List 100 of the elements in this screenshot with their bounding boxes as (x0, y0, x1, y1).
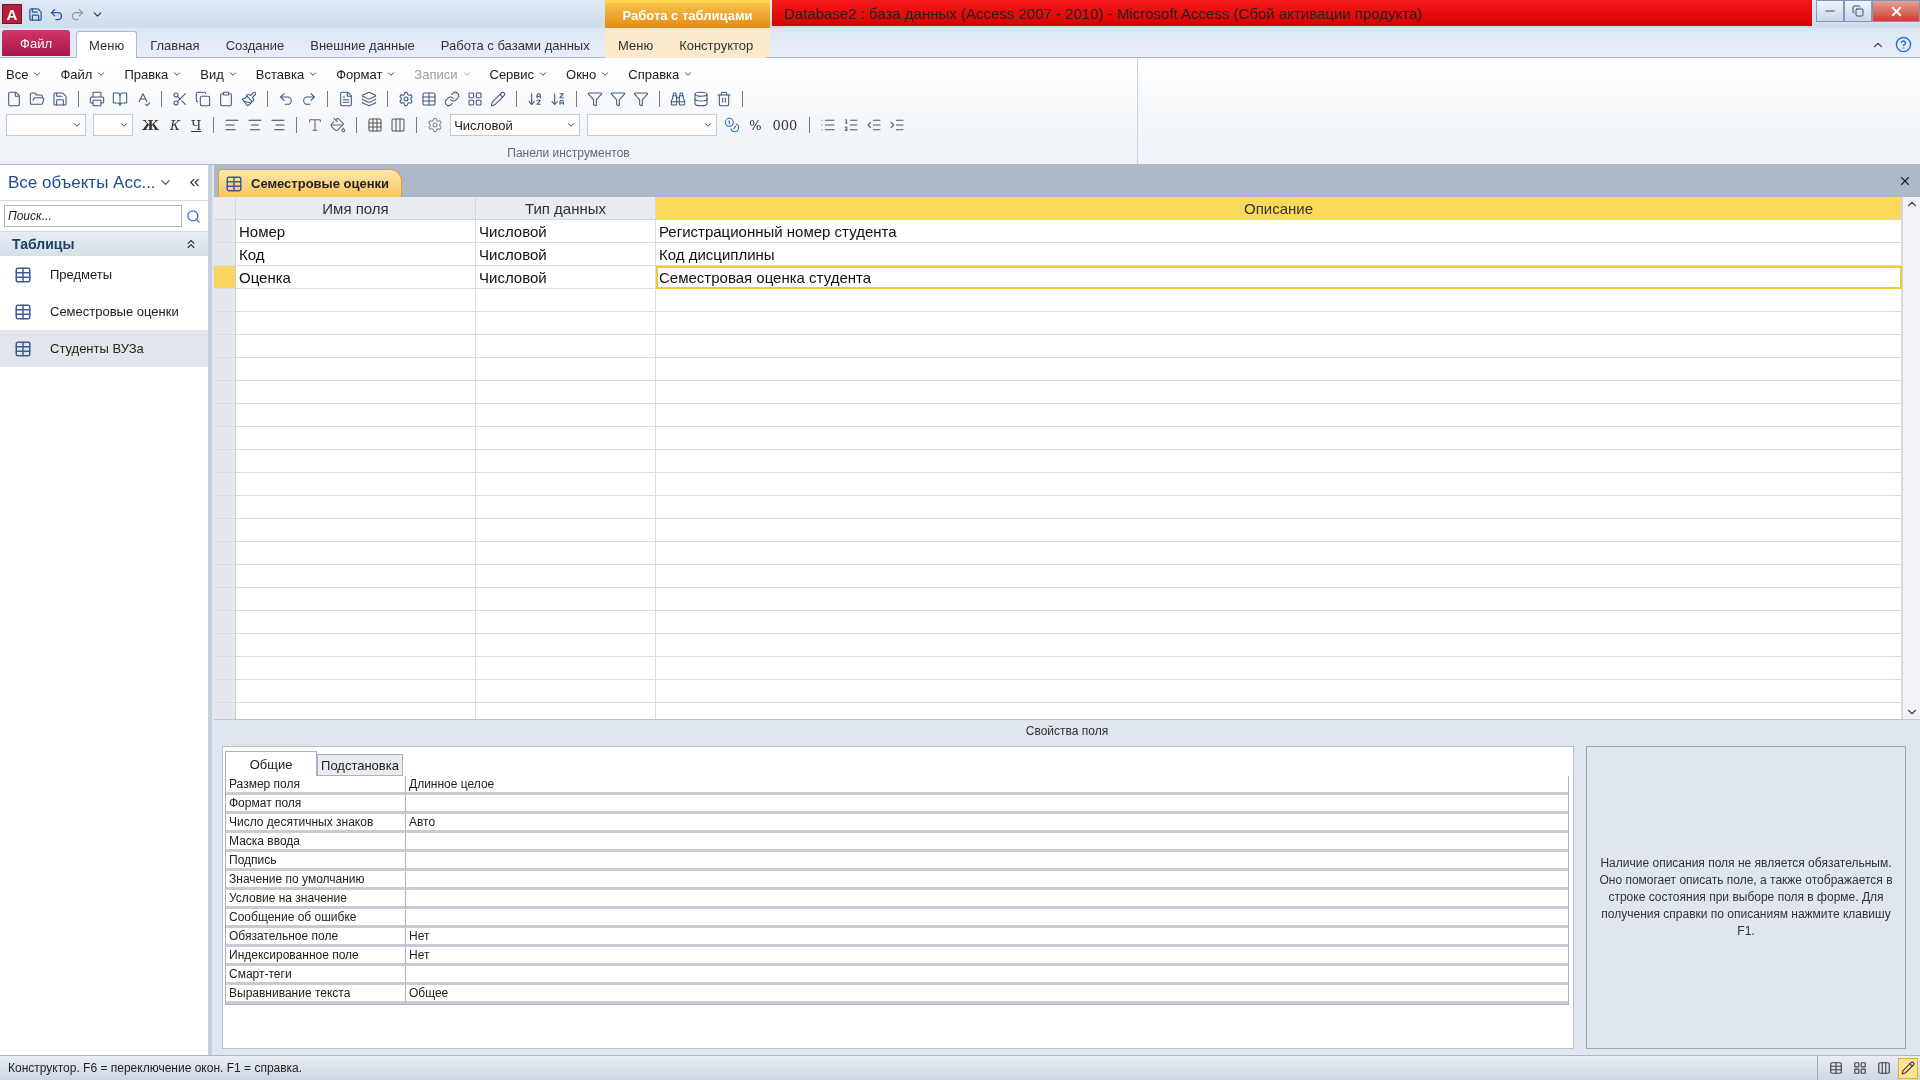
number-format-button[interactable]: 000 (770, 117, 800, 133)
menu-item[interactable]: Правка (124, 66, 183, 82)
menu-item[interactable]: Файл (60, 66, 107, 82)
link-icon[interactable] (444, 91, 460, 107)
format-button[interactable]: Ч (189, 117, 204, 133)
copy-icon[interactable] (195, 91, 211, 107)
align-right-icon[interactable] (270, 117, 287, 133)
table-icon (14, 302, 32, 321)
caret-icon (683, 69, 694, 79)
caret-icon (172, 69, 183, 79)
coins-icon[interactable] (724, 117, 741, 133)
scrollbar[interactable] (1902, 197, 1920, 719)
columns-icon[interactable] (390, 117, 407, 133)
status-text: Конструктор. F6 = переключение окон. F1 = справка. (7, 1061, 303, 1075)
save-button[interactable] (28, 6, 43, 22)
outdent-icon[interactable] (866, 117, 883, 133)
menu-item[interactable]: Сервис (489, 66, 549, 82)
folder-icon[interactable] (29, 91, 45, 107)
sort-ascending-icon[interactable] (527, 91, 543, 107)
filter-icon[interactable] (587, 91, 603, 107)
bullet-list-icon[interactable] (820, 117, 837, 133)
redo-icon (70, 6, 85, 22)
font-color-icon[interactable] (307, 117, 324, 133)
printer-icon[interactable] (89, 91, 105, 107)
sort-descending-icon[interactable] (550, 91, 566, 107)
menu-item[interactable]: Вставка (255, 66, 319, 82)
spellcheck-icon[interactable] (135, 91, 151, 107)
pencil-icon[interactable] (490, 91, 506, 107)
file-tab[interactable]: Файл (2, 30, 70, 56)
ribbon-tab[interactable]: Работа с базами данных (427, 31, 603, 58)
gear-icon[interactable] (398, 91, 414, 107)
book-icon[interactable] (112, 91, 128, 107)
number-format-combo[interactable]: Числовой (450, 114, 581, 136)
document-icon[interactable] (338, 91, 354, 107)
minimize-button[interactable] (1816, 0, 1844, 22)
nav-pane-title[interactable]: Все объекты Acc... (8, 172, 158, 193)
redo-icon[interactable] (301, 91, 317, 107)
collapse-icon[interactable] (184, 237, 198, 251)
scissors-icon[interactable] (172, 91, 188, 107)
indent-icon[interactable] (889, 117, 906, 133)
table-icon[interactable] (421, 91, 437, 107)
paintbrush-icon[interactable] (241, 91, 257, 107)
help-icon[interactable] (1895, 36, 1912, 53)
property-value[interactable]: Длинное целое (406, 776, 1568, 795)
property-tab[interactable]: Подстановка (317, 754, 403, 776)
numbered-list-icon[interactable] (843, 117, 860, 133)
caret-icon (72, 120, 82, 130)
property-label: Число десятичных знаков (226, 814, 406, 833)
property-label: Значение по умолчанию (226, 871, 406, 890)
binoculars-icon[interactable] (670, 91, 686, 107)
database-icon[interactable] (693, 91, 709, 107)
close-icon[interactable] (1898, 174, 1912, 188)
ribbon-tab[interactable]: Меню (76, 31, 138, 58)
ribbon-tab[interactable]: Главная (137, 31, 213, 58)
ribbon-tab[interactable]: Создание (212, 31, 298, 58)
menu-item[interactable]: Окно (566, 66, 611, 82)
search-field[interactable]: Поиск... (4, 205, 182, 227)
property-label: Выравнивание текста (226, 985, 406, 1004)
property-value[interactable]: Нет (406, 947, 1568, 966)
save-icon[interactable] (52, 91, 68, 107)
nav-item[interactable]: Студенты ВУЗа (0, 330, 208, 367)
menu-item[interactable]: Формат (336, 66, 397, 82)
table-cell: Числовой (476, 243, 656, 266)
redo-button[interactable] (70, 6, 85, 22)
menu-item[interactable]: Все (6, 66, 43, 82)
property-tab[interactable]: Общие (225, 751, 317, 776)
close-button[interactable] (1872, 0, 1920, 22)
gear-icon[interactable] (427, 117, 444, 133)
view-icon (1877, 1061, 1891, 1075)
grid-icon[interactable] (367, 117, 384, 133)
format-button[interactable]: Ж (140, 117, 162, 133)
filter-icon[interactable] (633, 91, 649, 107)
clipboard-icon[interactable] (218, 91, 234, 107)
filter-icon[interactable] (610, 91, 626, 107)
undo-icon[interactable] (278, 91, 294, 107)
restore-button[interactable] (1844, 0, 1872, 22)
table-icon (14, 265, 32, 284)
property-value[interactable]: Нет (406, 928, 1568, 947)
trash-icon[interactable] (716, 91, 732, 107)
view-button[interactable] (1898, 1057, 1918, 1079)
align-left-icon[interactable] (224, 117, 241, 133)
save-icon (28, 6, 43, 22)
caret-icon (600, 69, 611, 79)
align-center-icon[interactable] (247, 117, 264, 133)
property-label: Размер поля (226, 776, 406, 795)
property-value[interactable]: Общее (406, 985, 1568, 1004)
search-icon[interactable] (186, 208, 201, 224)
property-value[interactable]: Авто (406, 814, 1568, 833)
file-icon[interactable] (6, 91, 22, 107)
ribbon-tab[interactable]: Внешние данные (297, 31, 428, 58)
format-button[interactable]: К (168, 117, 183, 133)
grid-icon[interactable] (467, 91, 483, 107)
document-tab[interactable]: Семестровые оценки (218, 169, 403, 197)
undo-button[interactable] (49, 6, 64, 22)
menu-item[interactable]: Вид (200, 66, 238, 82)
layers-icon[interactable] (361, 91, 377, 107)
menu-item[interactable]: Справка (628, 66, 694, 82)
number-format-button[interactable]: % (747, 117, 764, 133)
fill-color-icon[interactable] (330, 117, 347, 133)
property-label: Индексированное поле (226, 947, 406, 966)
